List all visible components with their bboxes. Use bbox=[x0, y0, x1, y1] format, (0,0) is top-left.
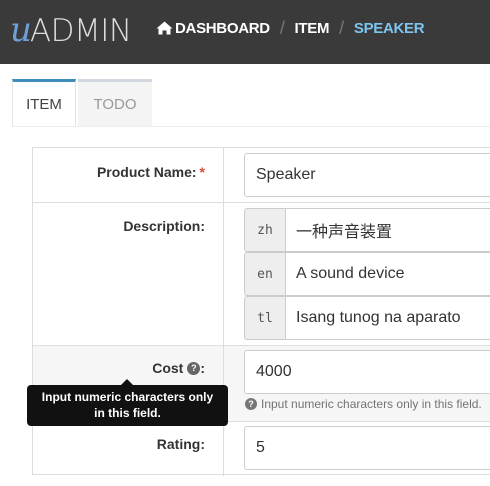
breadcrumb-item[interactable]: ITEM bbox=[295, 20, 330, 37]
home-icon bbox=[156, 21, 173, 35]
top-header: u ADMIN DASHBOARD / ITEM / SPEAKER bbox=[0, 0, 490, 64]
description-zh-group: zh 一种声音装置 bbox=[244, 208, 490, 252]
breadcrumb-current: SPEAKER bbox=[353, 19, 425, 37]
tab-divider bbox=[12, 126, 490, 127]
lang-addon-zh: zh bbox=[244, 208, 285, 252]
description-en-input[interactable]: A sound device bbox=[285, 252, 490, 296]
cost-help-text: ? Input numeric characters only in this … bbox=[245, 397, 482, 411]
question-circle-icon: ? bbox=[245, 398, 257, 410]
tab-todo[interactable]: TODO bbox=[78, 79, 152, 127]
description-label: Description: bbox=[123, 218, 205, 234]
question-circle-icon[interactable]: ? bbox=[187, 361, 201, 375]
row-description: Description: zh 一种声音装置 en A sound device… bbox=[33, 203, 490, 346]
breadcrumb-dashboard-label: DASHBOARD bbox=[175, 19, 270, 37]
cost-label: Cost ? : bbox=[152, 360, 205, 376]
description-en-group: en A sound device bbox=[244, 252, 490, 296]
description-tl-group: tl Isang tunog na aparato bbox=[244, 296, 490, 340]
lang-addon-en: en bbox=[244, 252, 285, 296]
row-product-name: Product Name: * Speaker bbox=[33, 148, 490, 203]
tab-item[interactable]: ITEM bbox=[12, 79, 76, 127]
cost-tooltip: Input numeric characters only in this fi… bbox=[27, 385, 228, 426]
description-zh-input[interactable]: 一种声音装置 bbox=[285, 208, 490, 252]
logo-text: ADMIN bbox=[29, 13, 132, 49]
breadcrumb-separator: / bbox=[339, 17, 344, 38]
required-marker: * bbox=[199, 164, 205, 180]
app-logo[interactable]: u ADMIN bbox=[10, 8, 132, 52]
row-rating: Rating: 5 bbox=[33, 422, 490, 476]
product-name-input[interactable]: Speaker bbox=[244, 153, 490, 197]
column-divider bbox=[223, 422, 224, 476]
logo-mark: u bbox=[10, 10, 32, 50]
description-tl-input[interactable]: Isang tunog na aparato bbox=[285, 296, 490, 340]
breadcrumb-dashboard[interactable]: DASHBOARD bbox=[156, 20, 270, 37]
lang-addon-tl: tl bbox=[244, 296, 285, 340]
product-name-label: Product Name: * bbox=[96, 164, 205, 180]
tab-bar: ITEM TODO bbox=[12, 79, 152, 127]
rating-label: Rating: bbox=[156, 436, 205, 452]
rating-input[interactable]: 5 bbox=[244, 426, 490, 470]
breadcrumb: DASHBOARD / ITEM / SPEAKER bbox=[156, 17, 425, 38]
column-divider bbox=[223, 148, 224, 202]
cost-input[interactable]: 4000 bbox=[244, 350, 490, 394]
column-divider bbox=[223, 203, 224, 345]
breadcrumb-separator: / bbox=[279, 17, 285, 38]
